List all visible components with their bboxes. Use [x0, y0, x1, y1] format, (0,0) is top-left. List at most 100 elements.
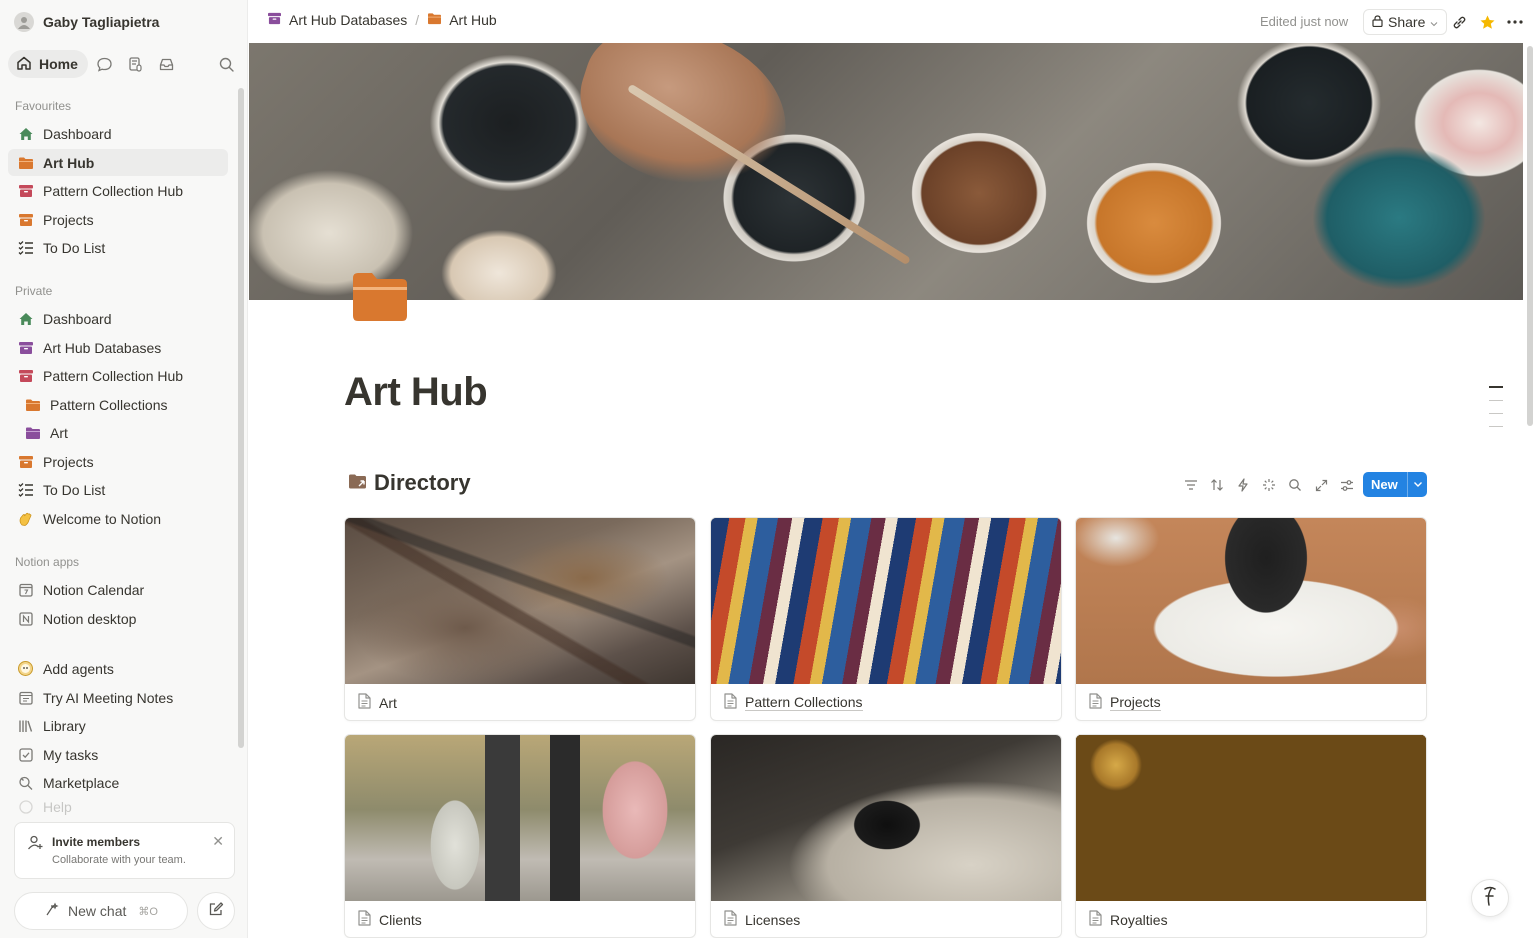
invite-members-card[interactable]: Invite members Collaborate with your tea…: [14, 822, 235, 879]
tasks-icon: [17, 746, 34, 763]
sidebar: Gaby Tagliapietra Home Favourites Dashbo…: [0, 0, 248, 938]
sidebar-scrollbar[interactable]: [238, 88, 244, 748]
gallery-card-licenses[interactable]: Licenses: [710, 734, 1062, 938]
sidebar-item-notion-desktop[interactable]: Notion desktop: [8, 605, 228, 632]
directory-heading[interactable]: Directory: [348, 470, 471, 496]
chevron-down-icon[interactable]: [1407, 472, 1427, 497]
sidebar-item-my-tasks[interactable]: My tasks: [8, 741, 228, 768]
gallery-card-royalties[interactable]: Royalties: [1075, 734, 1427, 938]
page-icon: [1088, 693, 1102, 712]
help-icon: [17, 799, 34, 816]
page-folder-icon[interactable]: [352, 270, 408, 322]
breadcrumb-label: Art Hub Databases: [289, 12, 408, 28]
card-title: Art: [379, 694, 397, 711]
lock-icon: [1372, 14, 1383, 30]
sidebar-item-art-hub-databases[interactable]: Art Hub Databases: [8, 334, 228, 361]
page-title[interactable]: Art Hub: [344, 370, 488, 415]
card-title: Clients: [379, 911, 422, 928]
home-button[interactable]: Home: [8, 50, 88, 78]
ai-face-icon: [1480, 885, 1500, 912]
sidebar-item-label: Pattern Collection Hub: [43, 182, 184, 199]
sidebar-item-art[interactable]: Art: [8, 419, 228, 446]
share-label: Share: [1388, 14, 1426, 30]
ai-autofill-icon[interactable]: [1258, 474, 1280, 496]
automation-icon[interactable]: [1232, 474, 1254, 496]
link-icon[interactable]: [1448, 11, 1470, 33]
sidebar-item-label: Notion Calendar: [43, 581, 145, 598]
star-icon[interactable]: [1476, 11, 1498, 33]
sidebar-item-label: Projects: [43, 211, 94, 228]
sidebar-item-help[interactable]: Help: [8, 798, 228, 816]
favourites-section-label: Favourites: [15, 99, 72, 113]
sidebar-item-pattern-collections[interactable]: Pattern Collections: [8, 391, 228, 418]
sidebar-item-projects[interactable]: Projects: [8, 206, 228, 233]
sidebar-item-pattern-collection-hub[interactable]: Pattern Collection Hub: [8, 362, 228, 389]
new-entry-button[interactable]: New: [1363, 472, 1427, 497]
sidebar-item-marketplace[interactable]: Marketplace: [8, 769, 228, 796]
close-icon[interactable]: ✕: [212, 833, 224, 850]
card-cover-image: [711, 735, 1061, 901]
inbox-icon[interactable]: [153, 50, 181, 78]
settings-sliders-icon[interactable]: [1336, 474, 1358, 496]
sidebar-item-add-agents[interactable]: Add agents: [8, 655, 228, 682]
search-icon[interactable]: [1284, 474, 1306, 496]
sidebar-item-label: Art Hub: [43, 154, 95, 171]
meeting-notes-icon[interactable]: [122, 50, 150, 78]
notion-ai-button[interactable]: [1471, 879, 1509, 917]
new-chat-label: New chat: [68, 903, 127, 919]
filter-icon[interactable]: [1180, 474, 1202, 496]
sidebar-item-label: Art: [50, 424, 68, 441]
new-page-button[interactable]: [197, 892, 235, 930]
breadcrumb-item[interactable]: Art Hub: [427, 12, 497, 28]
sidebar-item-notion-calendar[interactable]: Notion Calendar: [8, 576, 228, 603]
sidebar-item-label: Try AI Meeting Notes: [43, 689, 174, 706]
sidebar-item-library[interactable]: Library: [8, 712, 228, 739]
card-cover-image: [345, 518, 695, 684]
search-icon[interactable]: [212, 50, 240, 78]
checklist-icon: [17, 481, 34, 498]
sidebar-item-dashboard[interactable]: Dashboard: [8, 120, 228, 147]
breadcrumb-item[interactable]: Art Hub Databases: [267, 12, 407, 28]
sidebar-item-welcome-to-notion[interactable]: Welcome to Notion: [8, 505, 228, 532]
gallery-card-clients[interactable]: Clients: [344, 734, 696, 938]
sidebar-item-pattern-collection-hub[interactable]: Pattern Collection Hub: [8, 177, 228, 204]
private-section-label: Private: [15, 284, 53, 298]
sidebar-item-dashboard[interactable]: Dashboard: [8, 305, 228, 332]
archive-icon: [17, 211, 34, 228]
card-cover-image: [1076, 735, 1426, 901]
workspace-switcher[interactable]: Gaby Tagliapietra: [14, 11, 159, 33]
new-chat-shortcut: ⌘O: [138, 905, 158, 918]
sidebar-item-art-hub[interactable]: Art Hub: [8, 149, 228, 176]
sidebar-item-try-ai-meeting-notes[interactable]: Try AI Meeting Notes: [8, 684, 228, 711]
gallery-card-art[interactable]: Art: [344, 517, 696, 721]
share-button[interactable]: Share: [1363, 9, 1448, 35]
ai-sparkle-icon: [44, 901, 60, 921]
new-chat-button[interactable]: New chat ⌘O: [14, 892, 188, 930]
sort-icon[interactable]: [1206, 474, 1228, 496]
more-options-icon[interactable]: [1504, 11, 1526, 33]
table-of-contents-minimap[interactable]: [1489, 386, 1503, 439]
archive-icon: [267, 12, 282, 28]
card-title-row: Pattern Collections: [723, 693, 863, 712]
sidebar-item-projects[interactable]: Projects: [8, 448, 228, 475]
card-title-row: Licenses: [723, 910, 800, 929]
sidebar-item-label: Library: [43, 717, 86, 734]
new-button-label: New: [1371, 477, 1398, 492]
card-title: Projects: [1110, 694, 1161, 711]
page-icon: [357, 910, 371, 929]
chat-icon[interactable]: [91, 50, 119, 78]
page-icon: [357, 693, 371, 712]
sidebar-top-actions: Home: [8, 50, 240, 78]
page-icon: [723, 910, 737, 929]
sidebar-item-to-do-list[interactable]: To Do List: [8, 234, 228, 261]
gallery-card-pattern-collections[interactable]: Pattern Collections: [710, 517, 1062, 721]
main-scrollbar[interactable]: [1527, 46, 1533, 426]
sidebar-item-to-do-list[interactable]: To Do List: [8, 476, 228, 503]
expand-icon[interactable]: [1310, 474, 1332, 496]
gallery-card-projects[interactable]: Projects: [1075, 517, 1427, 721]
card-cover-image: [1076, 518, 1426, 684]
sidebar-item-label: Projects: [43, 453, 94, 470]
notion-icon: [17, 610, 34, 627]
card-title-row: Art: [357, 693, 397, 712]
page-cover-image[interactable]: [249, 43, 1523, 300]
